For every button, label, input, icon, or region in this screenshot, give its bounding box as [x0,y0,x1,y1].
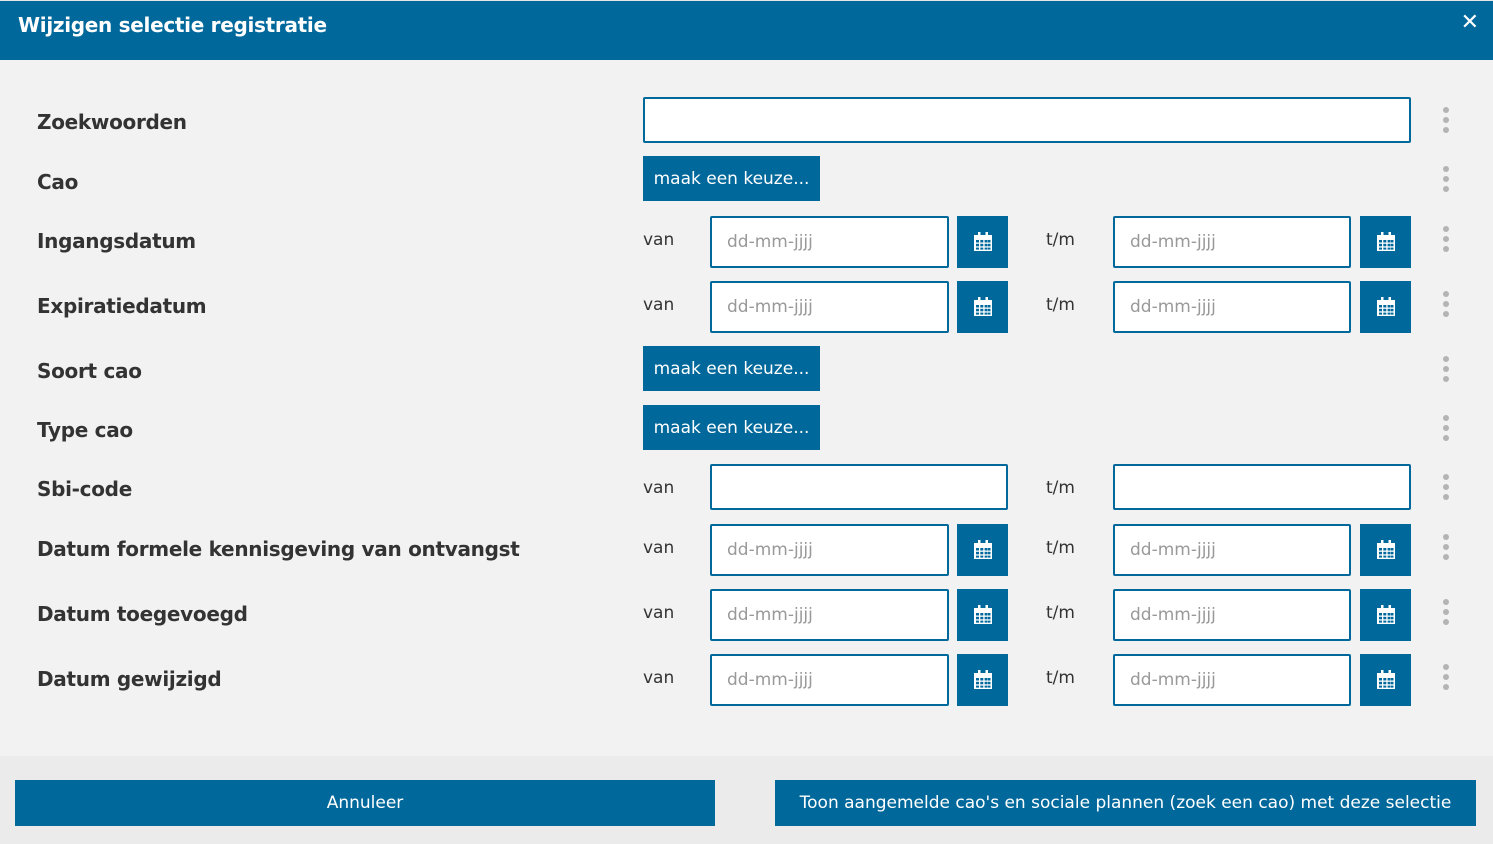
toegevoegd-tm-label: t/m [1046,603,1075,623]
dialog-header: Wijzigen selectie registratie ✕ [0,0,1493,60]
toegevoegd-tm-input[interactable] [1113,589,1351,641]
cao-choose-button[interactable]: maak een keuze... [643,156,820,201]
field-label-zoekwoorden: Zoekwoorden [37,110,187,134]
ingangsdatum-tm-input[interactable] [1113,216,1351,268]
calendar-icon [973,540,992,559]
field-label-datum-toegevoegd: Datum toegevoegd [37,602,248,626]
expiratiedatum-tm-calendar-button[interactable] [1360,281,1411,333]
calendar-icon [973,670,992,689]
toegevoegd-van-input[interactable] [710,589,949,641]
kennisgeving-tm-calendar-button[interactable] [1360,524,1411,576]
expiratiedatum-van-input[interactable] [710,281,949,333]
kennisgeving-van-input[interactable] [710,524,949,576]
field-label-expiratiedatum: Expiratiedatum [37,294,207,318]
submit-button[interactable]: Toon aangemelde cao's en sociale plannen… [775,780,1476,826]
calendar-icon [973,232,992,251]
calendar-icon [1376,605,1395,624]
kennisgeving-van-calendar-button[interactable] [957,524,1008,576]
calendar-icon [1376,670,1395,689]
field-label-type-cao: Type cao [37,418,133,442]
dialog-title: Wijzigen selectie registratie [18,13,327,37]
calendar-icon [1376,297,1395,316]
field-label-sbi-code: Sbi-code [37,477,132,501]
expiratiedatum-tm-label: t/m [1046,295,1075,315]
zoekwoorden-options-icon[interactable] [1442,107,1450,133]
ingangsdatum-tm-calendar-button[interactable] [1360,216,1411,268]
ingangsdatum-options-icon[interactable] [1442,226,1450,252]
field-label-cao: Cao [37,170,79,194]
sbi-code-options-icon[interactable] [1442,474,1450,500]
expiratiedatum-tm-input[interactable] [1113,281,1351,333]
type-cao-options-icon[interactable] [1442,415,1450,441]
field-label-soort-cao: Soort cao [37,359,142,383]
sbi-code-van-input[interactable] [710,464,1008,510]
kennisgeving-options-icon[interactable] [1442,534,1450,560]
field-label-ingangsdatum: Ingangsdatum [37,229,196,253]
kennisgeving-van-label: van [643,538,675,558]
sbi-code-van-label: van [643,478,675,498]
field-label-datum-kennisgeving: Datum formele kennisgeving van ontvangst [37,537,520,561]
kennisgeving-tm-label: t/m [1046,538,1075,558]
calendar-icon [973,297,992,316]
expiratiedatum-van-label: van [643,295,675,315]
toegevoegd-van-label: van [643,603,675,623]
field-label-datum-gewijzigd: Datum gewijzigd [37,667,222,691]
gewijzigd-options-icon[interactable] [1442,664,1450,690]
gewijzigd-tm-label: t/m [1046,668,1075,688]
gewijzigd-tm-calendar-button[interactable] [1360,654,1411,706]
sbi-code-tm-input[interactable] [1113,464,1411,510]
zoekwoorden-input[interactable] [643,97,1411,143]
gewijzigd-van-calendar-button[interactable] [957,654,1008,706]
cao-options-icon[interactable] [1442,166,1450,192]
gewijzigd-tm-input[interactable] [1113,654,1351,706]
cancel-button[interactable]: Annuleer [15,780,715,826]
kennisgeving-tm-input[interactable] [1113,524,1351,576]
ingangsdatum-van-label: van [643,230,675,250]
sbi-code-tm-label: t/m [1046,478,1075,498]
expiratiedatum-van-calendar-button[interactable] [957,281,1008,333]
gewijzigd-van-label: van [643,668,675,688]
ingangsdatum-van-calendar-button[interactable] [957,216,1008,268]
toegevoegd-van-calendar-button[interactable] [957,589,1008,641]
calendar-icon [1376,232,1395,251]
expiratiedatum-options-icon[interactable] [1442,291,1450,317]
soort-cao-options-icon[interactable] [1442,356,1450,382]
calendar-icon [973,605,992,624]
soort-cao-choose-button[interactable]: maak een keuze... [643,346,820,391]
gewijzigd-van-input[interactable] [710,654,949,706]
toegevoegd-tm-calendar-button[interactable] [1360,589,1411,641]
ingangsdatum-tm-label: t/m [1046,230,1075,250]
type-cao-choose-button[interactable]: maak een keuze... [643,405,820,450]
close-icon[interactable]: ✕ [1461,10,1479,36]
calendar-icon [1376,540,1395,559]
ingangsdatum-van-input[interactable] [710,216,949,268]
toegevoegd-options-icon[interactable] [1442,599,1450,625]
